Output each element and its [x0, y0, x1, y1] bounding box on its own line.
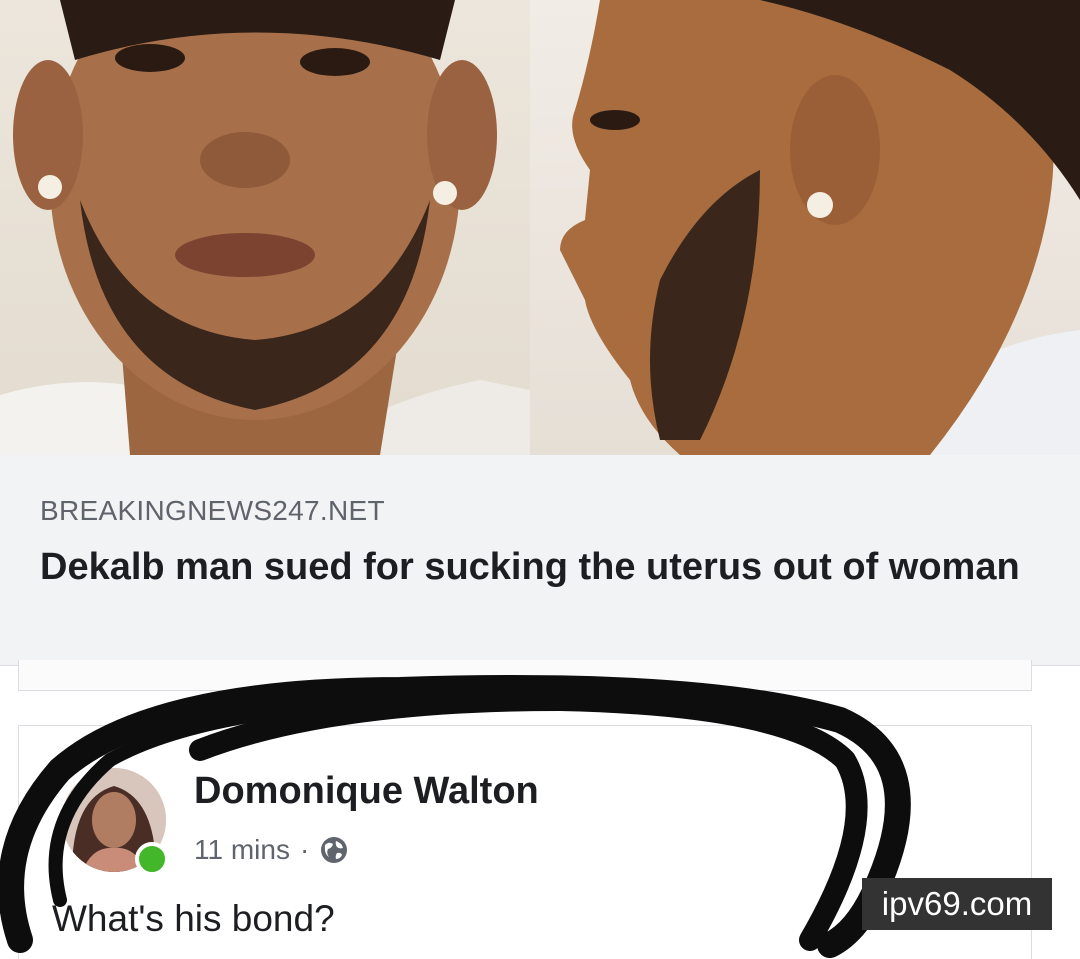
meta-separator: ·	[299, 834, 310, 865]
comment-text: What's his bond?	[52, 898, 335, 939]
link-preview-footer[interactable]: BREAKINGNEWS247.NET Dekalb man sued for …	[0, 455, 1080, 666]
online-status-indicator	[135, 842, 169, 876]
mugshot-profile-photo	[530, 0, 1080, 455]
link-source-domain: BREAKINGNEWS247.NET	[40, 495, 385, 526]
post-divider-card	[18, 660, 1032, 691]
watermark: ipv69.com	[862, 878, 1052, 930]
link-preview-image[interactable]	[0, 0, 1080, 455]
comment-meta: 11 mins ·	[194, 830, 349, 870]
comment-timestamp[interactable]: 11 mins	[194, 834, 290, 866]
comment-author-name[interactable]: Domonique Walton	[194, 770, 539, 813]
globe-icon[interactable]	[319, 835, 349, 865]
mugshot-front-photo	[0, 0, 530, 455]
link-headline[interactable]: Dekalb man sued for sucking the uterus o…	[40, 542, 1050, 592]
